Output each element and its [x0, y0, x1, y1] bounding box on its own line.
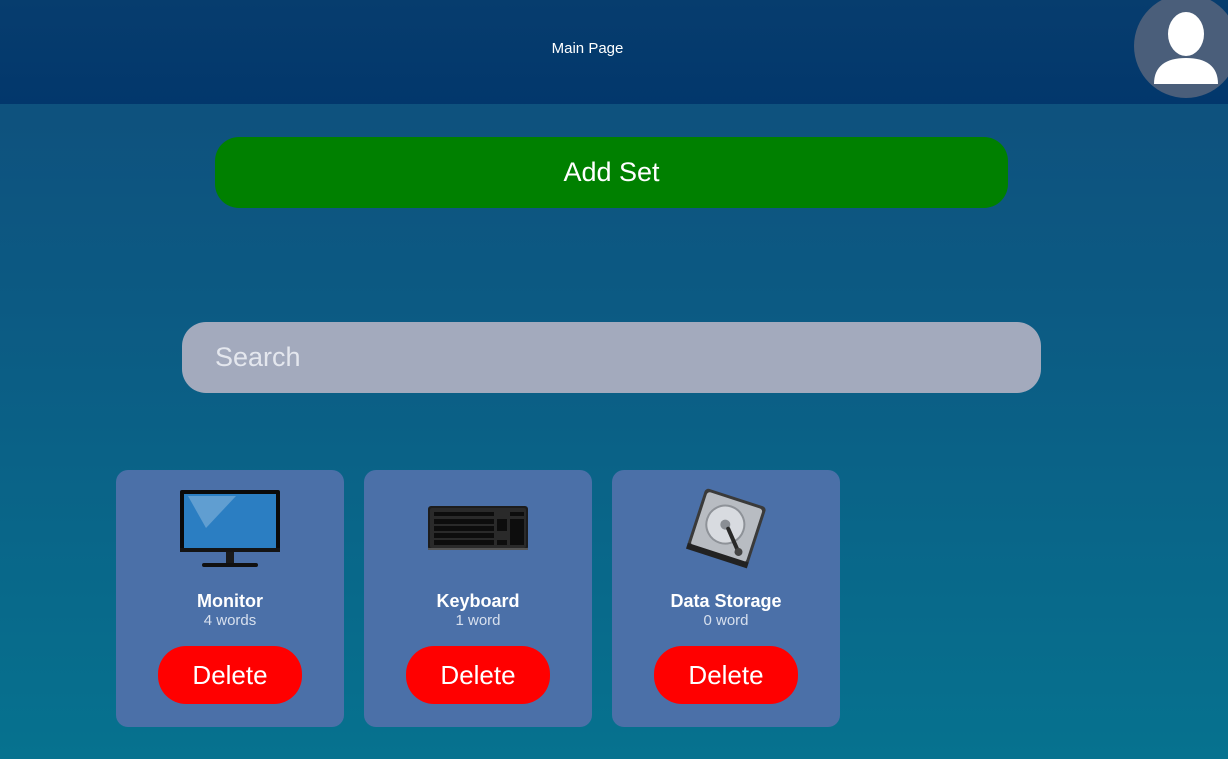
page-title: Main Page [551, 40, 624, 57]
set-card-data-storage: Data Storage 0 word Delete [612, 470, 840, 727]
header-bar: Main Page [0, 0, 1228, 104]
keyboard-icon [424, 488, 532, 570]
set-word-count: 1 word [455, 612, 501, 629]
search-input[interactable] [182, 322, 1041, 393]
set-word-count: 0 word [703, 612, 749, 629]
add-set-button[interactable]: Add Set [215, 137, 1008, 208]
user-avatar-icon[interactable] [1134, 0, 1228, 98]
set-title: Monitor [197, 591, 263, 611]
user-silhouette [1154, 12, 1218, 84]
delete-button[interactable]: Delete [406, 646, 550, 704]
hard-drive-icon [672, 488, 780, 570]
delete-button[interactable]: Delete [654, 646, 798, 704]
set-title: Data Storage [670, 591, 782, 611]
set-card-keyboard: Keyboard 1 word Delete [364, 470, 592, 727]
set-card-monitor: Monitor 4 words Delete [116, 470, 344, 727]
set-title: Keyboard [436, 591, 520, 611]
monitor-icon [176, 488, 284, 570]
set-word-count: 4 words [203, 612, 257, 629]
delete-button[interactable]: Delete [158, 646, 302, 704]
